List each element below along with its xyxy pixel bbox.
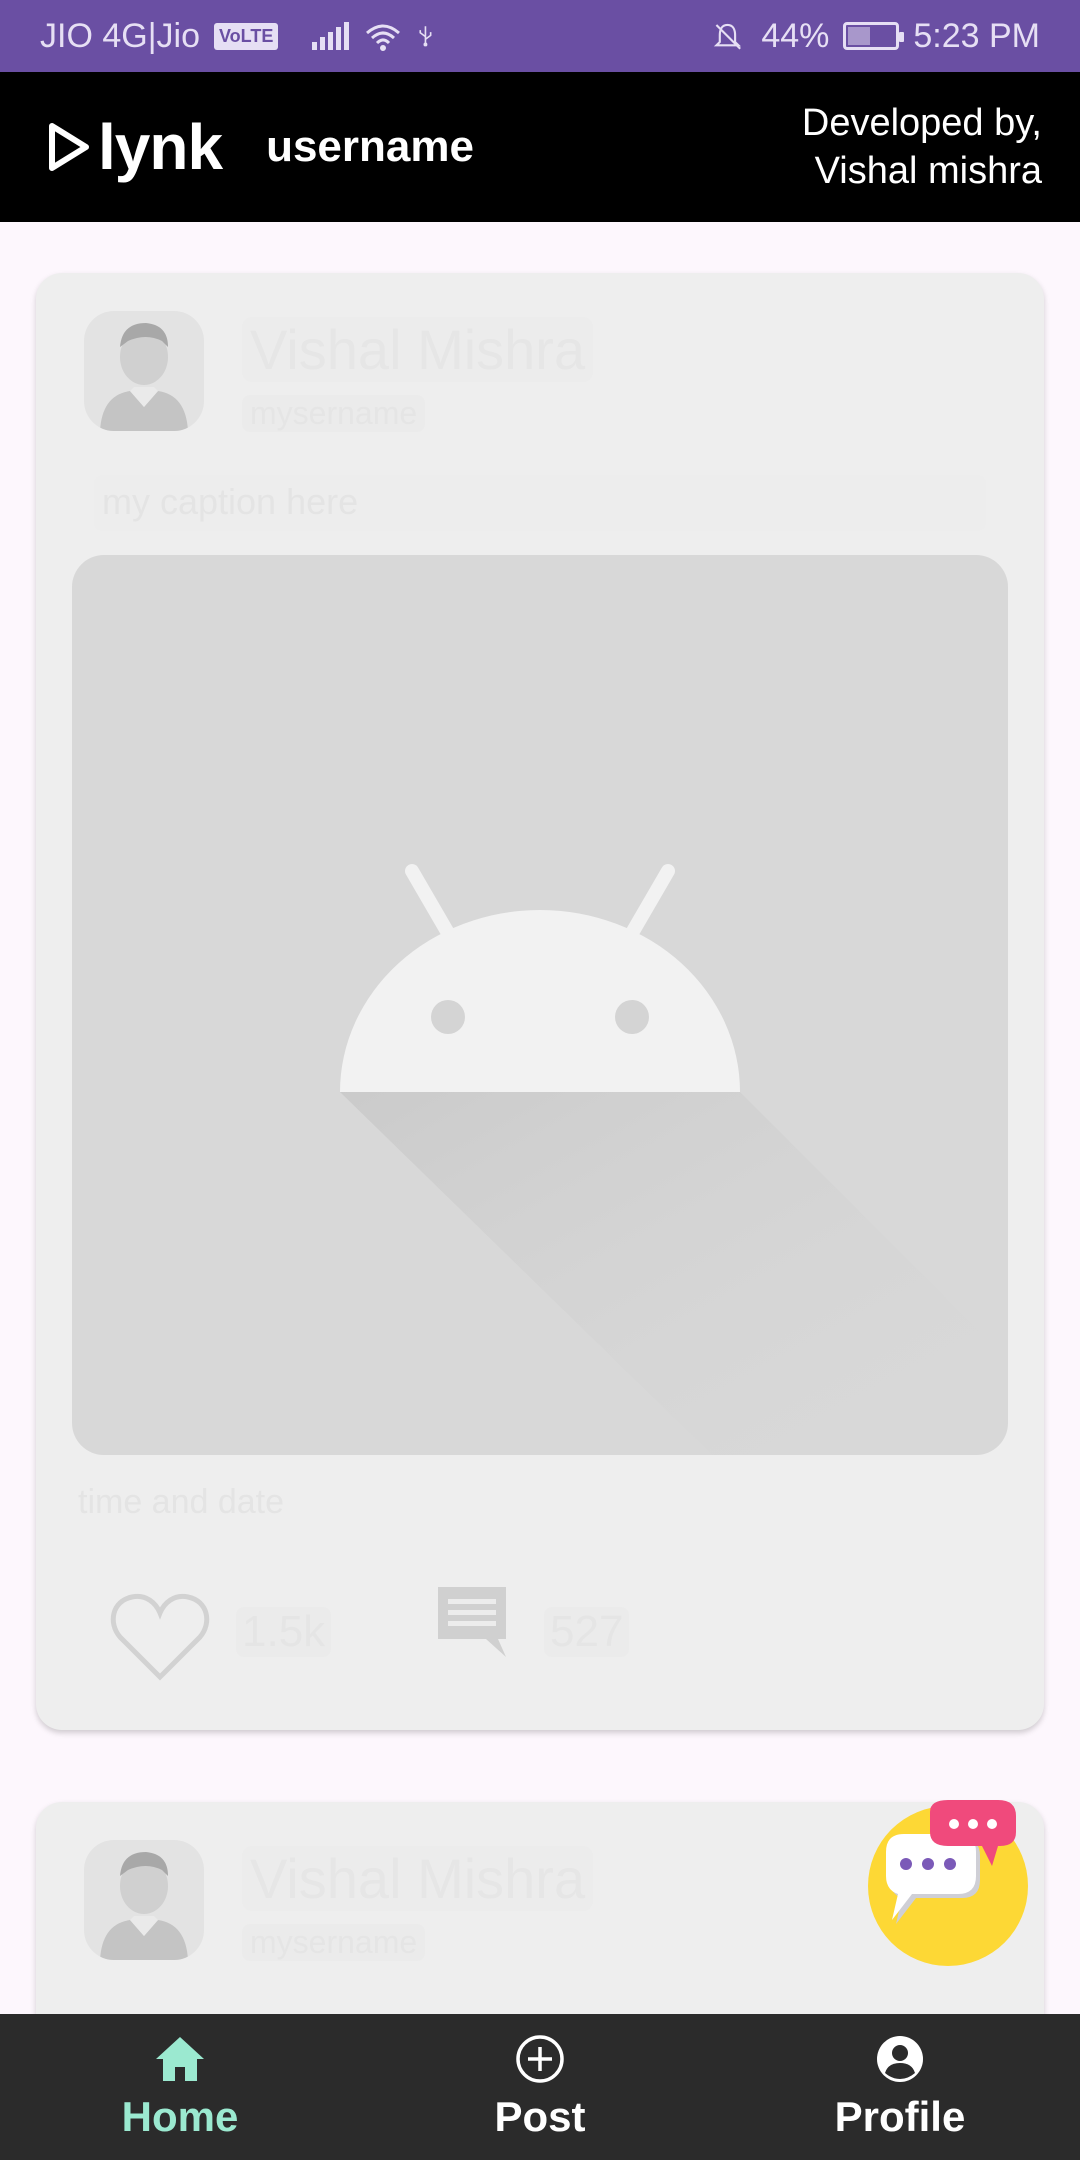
person-silhouette-icon xyxy=(100,1852,188,1960)
heart-icon[interactable] xyxy=(108,1591,212,1683)
author-handle: mysername xyxy=(242,395,426,432)
home-icon xyxy=(156,2037,204,2081)
status-bar: JIO 4G|Jio VoLTE 44% 5:23 PM xyxy=(0,0,1080,72)
comment-count: 527 xyxy=(544,1607,630,1657)
post-timestamp: time and date xyxy=(78,1483,285,1521)
app-logo: lynk xyxy=(44,110,223,184)
author-handle: mysername xyxy=(242,1924,426,1961)
nav-home[interactable]: Home xyxy=(0,2014,360,2160)
volte-badge: VoLTE xyxy=(214,22,279,50)
comment-icon[interactable] xyxy=(434,1583,510,1659)
avatar[interactable] xyxy=(84,311,204,431)
bottom-navigation: Home Post Profile xyxy=(0,2014,1080,2160)
clock: 5:23 PM xyxy=(913,16,1040,55)
logo-text: lynk xyxy=(98,111,223,183)
post-feed[interactable]: Vishal Mishra mysername my caption here … xyxy=(0,222,1080,2014)
battery-icon xyxy=(843,22,905,50)
android-placeholder-icon xyxy=(340,864,1008,1455)
page-title: username xyxy=(266,122,474,171)
wifi-icon xyxy=(366,24,401,51)
add-circle-icon xyxy=(516,2035,564,2083)
post-caption: my caption here xyxy=(94,475,986,531)
developer-credit-line2: Vishal mishra xyxy=(814,150,1042,192)
account-circle-icon xyxy=(877,2036,923,2082)
nav-post[interactable]: Post xyxy=(360,2014,720,2160)
usb-icon xyxy=(419,26,432,47)
signal-icon xyxy=(312,22,350,50)
nav-home-label: Home xyxy=(121,2093,239,2140)
post-card[interactable]: Vishal Mishra mysername my caption here … xyxy=(36,273,1044,1730)
chat-fab-icon[interactable] xyxy=(866,1800,1030,1966)
person-silhouette-icon xyxy=(100,323,188,431)
nav-profile[interactable]: Profile xyxy=(720,2014,1080,2160)
carrier-label: JIO 4G|Jio xyxy=(40,16,200,55)
like-count: 1.5k xyxy=(236,1607,332,1657)
battery-percent: 44% xyxy=(761,16,830,55)
avatar[interactable] xyxy=(84,1840,204,1960)
author-name[interactable]: Vishal Mishra xyxy=(242,1846,594,1911)
nav-post-label: Post xyxy=(494,2093,586,2140)
app-bar: lynk username Developed by, Vishal mishr… xyxy=(0,72,1080,222)
post-image[interactable] xyxy=(72,555,1008,1455)
nav-profile-label: Profile xyxy=(834,2093,966,2140)
developer-credit-line1: Developed by, xyxy=(801,102,1042,144)
play-logo-icon xyxy=(49,123,89,171)
developer-credit: Developed by, Vishal mishra xyxy=(802,99,1042,195)
author-name[interactable]: Vishal Mishra xyxy=(242,317,594,382)
notifications-off-icon xyxy=(714,23,742,50)
